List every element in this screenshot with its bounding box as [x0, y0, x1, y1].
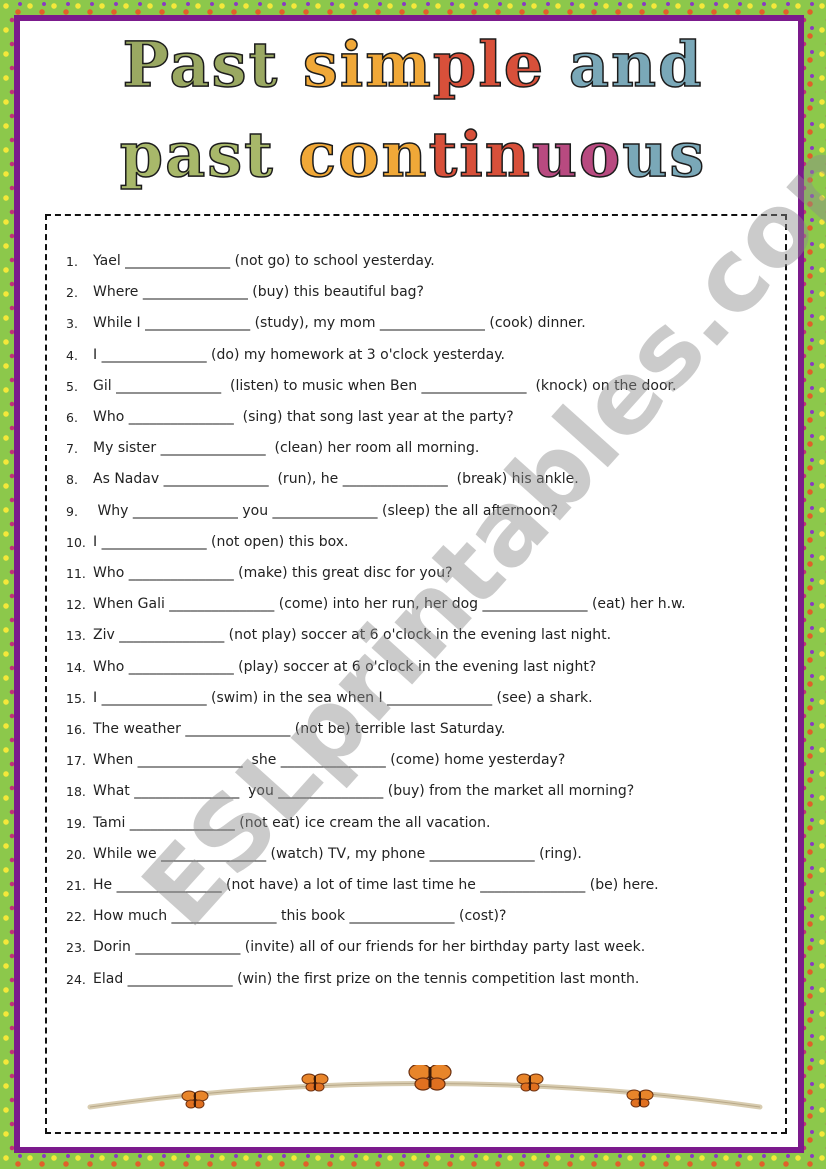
exercise-sentence: Tami _______________ (not eat) ice cream…: [93, 814, 491, 831]
exercise-number: 1.: [66, 254, 78, 269]
exercise-sentence: Who _______________ (make) this great di…: [93, 565, 453, 582]
exercise-number: 9.: [66, 503, 78, 519]
butterfly-icon: [181, 1090, 209, 1109]
exercise-number: 17.: [66, 753, 86, 769]
exercise-item: 8. As Nadav _______________ (run), he ___…: [66, 464, 778, 495]
exercise-sentence: I _______________ (not open) this box.: [93, 533, 349, 550]
exercise-item: 5. Gil _______________ (listen) to music …: [66, 371, 778, 402]
title-segment: con: [298, 117, 429, 192]
exercise-number: 21.: [66, 878, 86, 894]
exercise-number: 15.: [66, 690, 86, 706]
exercise-number: 12.: [66, 597, 86, 613]
exercise-number: 20.: [66, 846, 86, 862]
title-segment: Past: [122, 27, 280, 102]
butterfly-branch-decoration: [87, 1065, 763, 1110]
exercise-sentence: While we _______________ (watch) TV, my …: [93, 845, 582, 862]
exercise-item: 21. He _______________ (not have) a lot o…: [66, 870, 778, 901]
exercise-item: 2. Where _______________ (buy) this beaut…: [66, 277, 778, 308]
exercise-item: 3. While I _______________ (study), my mo…: [66, 308, 778, 339]
title-segment: [279, 28, 303, 101]
title-segment: and: [568, 27, 704, 102]
exercise-number: 2.: [66, 285, 78, 301]
butterfly-icon: [408, 1065, 452, 1091]
exercise-sentence: Who _______________ (sing) that song las…: [93, 409, 514, 426]
exercise-sentence: Dorin _______________ (invite) all of ou…: [93, 939, 646, 956]
exercise-sentence: Elad _______________ (win) the first pri…: [93, 970, 640, 987]
exercise-number: 24.: [66, 971, 86, 987]
exercise-number: 6.: [66, 410, 78, 426]
exercise-item: 6. Who _______________ (sing) that song l…: [66, 402, 778, 433]
exercise-number: 14.: [66, 659, 86, 675]
exercise-item: 11. Who _______________ (make) this great…: [66, 558, 778, 589]
exercise-number: 22.: [66, 909, 86, 925]
exercise-item: 19. Tami _______________ (not eat) ice cr…: [66, 808, 778, 839]
exercise-number: 4.: [66, 347, 78, 363]
exercise-item: 16. The weather _______________ (not be) …: [66, 714, 778, 745]
exercise-number: 13.: [66, 628, 86, 644]
exercise-number: 5.: [66, 378, 78, 394]
exercise-sentence: Why _______________ you _______________ …: [93, 502, 559, 519]
exercise-item: 22. How much _______________ this book __…: [66, 901, 778, 932]
title-segment: ple: [432, 27, 546, 102]
exercise-sentence: Ziv _______________ (not play) soccer at…: [93, 627, 612, 644]
title-segment: past: [119, 117, 275, 192]
exercise-sentence: The weather _______________ (not be) ter…: [93, 721, 506, 738]
exercise-item: 18. What _______________ you ____________…: [66, 776, 778, 807]
exercise-sentence: What _______________ you _______________…: [93, 783, 635, 800]
exercise-sentence: When Gali _______________ (come) into he…: [93, 596, 686, 613]
exercise-sentence: Where _______________ (buy) this beautif…: [93, 284, 424, 301]
exercise-number: 16.: [66, 722, 86, 738]
title-segment: [275, 118, 299, 191]
exercise-item: 1. Yael _______________ (not go) to schoo…: [66, 246, 778, 277]
exercise-number: 10.: [66, 534, 86, 550]
butterfly-icon: [301, 1073, 329, 1092]
exercise-number: 3.: [66, 316, 78, 332]
exercise-item: 20. While we _______________ (watch) TV, …: [66, 839, 778, 870]
exercise-sentence: I _______________ (do) my homework at 3 …: [93, 346, 505, 363]
title-segment: tin: [428, 117, 532, 192]
title-segment: us: [622, 117, 707, 192]
exercise-item: 7. My sister _______________ (clean) her …: [66, 433, 778, 464]
exercise-sentence: He _______________ (not have) a lot of t…: [93, 877, 659, 894]
worksheet-title-line-1: Past simple and: [0, 27, 826, 102]
exercise-sentence: While I _______________ (study), my mom …: [93, 315, 586, 332]
exercise-item: 9. Why _______________ you _____________…: [66, 496, 778, 527]
exercise-sentence: How much _______________ this book _____…: [93, 908, 507, 925]
exercise-item: 17. When _______________ she ____________…: [66, 745, 778, 776]
title-segment: [545, 28, 569, 101]
exercise-number: 7.: [66, 441, 78, 457]
exercise-list: 1. Yael _______________ (not go) to schoo…: [66, 246, 778, 995]
exercise-item: 23. Dorin _______________ (invite) all of…: [66, 932, 778, 963]
exercise-item: 12. When Gali _______________ (come) into…: [66, 589, 778, 620]
butterfly-icon: [516, 1073, 544, 1092]
exercise-item: 13. Ziv _______________ (not play) soccer…: [66, 620, 778, 651]
exercise-item: 24. Elad _______________ (win) the first …: [66, 964, 778, 995]
exercise-item: 4. I _______________ (do) my homework at …: [66, 340, 778, 371]
exercise-sentence: Who _______________ (play) soccer at 6 o…: [93, 658, 597, 675]
exercise-item: 15. I _______________ (swim) in the sea w…: [66, 683, 778, 714]
worksheet-title-line-2: past continuous: [0, 117, 826, 192]
exercise-sentence: My sister _______________ (clean) her ro…: [93, 440, 480, 457]
exercise-item: 10. I _______________ (not open) this box…: [66, 527, 778, 558]
exercise-sentence: When _______________ she _______________…: [93, 752, 566, 769]
exercise-number: 8.: [66, 472, 78, 488]
exercise-number: 19.: [66, 815, 86, 831]
exercise-number: 11.: [66, 566, 86, 582]
exercise-number: 23.: [66, 940, 86, 956]
exercise-sentence: I _______________ (swim) in the sea when…: [93, 689, 593, 706]
exercise-sentence: Gil _______________ (listen) to music wh…: [93, 377, 677, 394]
exercise-sentence: Yael _______________ (not go) to school …: [93, 253, 435, 269]
exercise-number: 18.: [66, 784, 86, 800]
butterfly-icon: [626, 1089, 654, 1108]
title-segment: sim: [302, 27, 433, 102]
title-segment: uo: [531, 117, 623, 192]
exercise-sentence: As Nadav _______________ (run), he _____…: [93, 471, 579, 488]
exercise-item: 14. Who _______________ (play) soccer at …: [66, 652, 778, 683]
